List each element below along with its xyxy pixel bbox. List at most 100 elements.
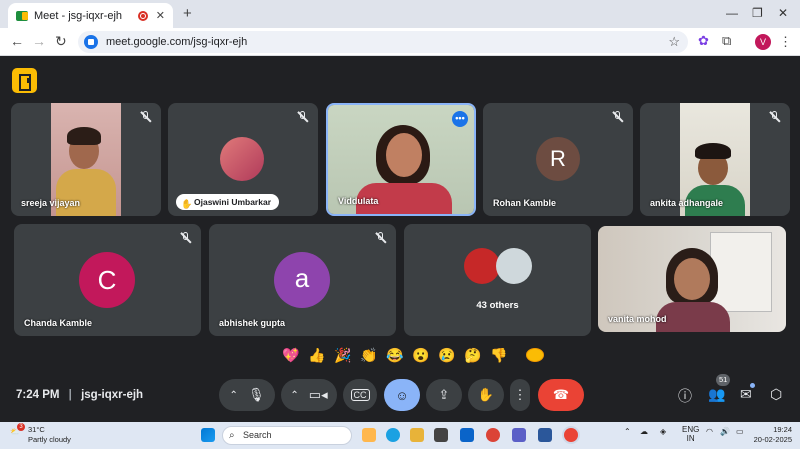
emoji-reactions-button[interactable]: ☺: [384, 379, 420, 411]
new-tab-button[interactable]: +: [183, 5, 192, 22]
activities-icon[interactable]: ⬡: [770, 386, 782, 403]
start-menu-icon[interactable]: [201, 428, 215, 442]
more-options-button[interactable]: ⋮: [510, 379, 530, 411]
chrome-active-app-icon[interactable]: [564, 428, 578, 442]
reaction-party-icon[interactable]: 🎉: [334, 347, 352, 364]
participant-tile-ojaswini[interactable]: ✋ Ojaswini Umbarkar: [168, 103, 318, 216]
volume-icon[interactable]: 🔊: [720, 427, 730, 436]
cloud-icon[interactable]: ☁: [640, 427, 648, 436]
show-hidden-icons-icon[interactable]: ⌃: [624, 427, 631, 436]
raise-hand-icon: ✋: [477, 387, 495, 402]
recording-indicator-icon: [137, 10, 148, 21]
muted-mic-icon: [180, 232, 192, 244]
outlook-app-icon[interactable]: [460, 428, 474, 442]
back-icon[interactable]: ←: [10, 33, 24, 49]
camera-control[interactable]: ⌃ ▭◂: [281, 379, 337, 411]
others-avatar-1: [464, 248, 500, 284]
close-tab-icon[interactable]: ✕: [156, 9, 165, 22]
reaction-thumbs-down-icon[interactable]: 👎: [490, 347, 508, 364]
close-window-icon[interactable]: ✕: [778, 6, 788, 20]
camera-icon[interactable]: ▭◂: [309, 387, 328, 403]
participant-tile-vanita[interactable]: vanita mohod: [598, 226, 786, 332]
captions-button[interactable]: CC: [343, 379, 377, 411]
meeting-info-logo-icon[interactable]: [12, 68, 37, 93]
muted-mic-icon: [140, 111, 152, 123]
participant-tile-chanda[interactable]: C Chanda Kamble: [14, 224, 201, 336]
reaction-clap-icon[interactable]: 👏: [360, 347, 378, 364]
forward-icon[interactable]: →: [32, 33, 46, 49]
reaction-sad-icon[interactable]: 😢: [438, 347, 456, 364]
others-tile[interactable]: 43 others: [404, 224, 591, 336]
participant-tile-rohan[interactable]: R Rohan Kamble: [483, 103, 633, 216]
participant-tile-abhishek[interactable]: a abhishek gupta: [209, 224, 396, 336]
store-app-icon[interactable]: [434, 428, 448, 442]
leave-call-button[interactable]: ☎: [538, 379, 584, 411]
tab-title: Meet - jsg-iqxr-ejh: [34, 9, 123, 22]
wifi-icon[interactable]: ◠: [706, 427, 713, 436]
participant-tile-viddulata[interactable]: ••• Viddulata: [326, 103, 476, 216]
people-icon[interactable]: 👥: [708, 386, 725, 403]
battery-icon[interactable]: ▭: [736, 427, 744, 436]
minimize-icon[interactable]: —: [726, 6, 738, 20]
reactions-bar: 💖 👍 🎉 👏 😂 😮 😢 🤔 👎: [282, 344, 544, 366]
site-info-icon[interactable]: [84, 35, 98, 49]
chat-icon[interactable]: ✉: [740, 386, 752, 403]
browser-tab-bar: Meet - jsg-iqxr-ejh ✕ + — ❐ ✕: [0, 0, 800, 28]
browser-menu-icon[interactable]: ⋮: [779, 34, 792, 50]
people-count-badge: 51: [716, 374, 731, 386]
search-icon: ⌕: [229, 430, 235, 441]
tray-app-icon[interactable]: ◈: [660, 427, 666, 436]
taskbar-clock[interactable]: 19:24 20-02-2025: [750, 425, 792, 445]
reaction-heart-icon[interactable]: 💖: [282, 347, 300, 364]
language-indicator[interactable]: ENG IN: [682, 425, 699, 443]
extensions-puzzle-icon[interactable]: ⧉: [722, 33, 731, 49]
address-bar[interactable]: meet.google.com/jsg-iqxr-ejh ☆: [78, 31, 688, 53]
word-app-icon[interactable]: [538, 428, 552, 442]
microphone-control[interactable]: ⌃ 🎙: [219, 379, 275, 411]
participant-tile-sreeja[interactable]: sreeja vijayan: [11, 103, 161, 216]
file-explorer-icon[interactable]: [410, 428, 424, 442]
participant-photo-avatar: [220, 137, 264, 181]
reaction-laugh-icon[interactable]: 😂: [386, 347, 404, 364]
reaction-thinking-icon[interactable]: 🤔: [464, 347, 482, 364]
participant-name: sreeja vijayan: [21, 198, 81, 208]
participant-tile-ankita[interactable]: ankita adhangale: [640, 103, 790, 216]
browser-tab[interactable]: Meet - jsg-iqxr-ejh ✕: [8, 3, 173, 28]
edge-app-icon[interactable]: [386, 428, 400, 442]
participant-name: Viddulata: [338, 196, 379, 206]
reaction-thumbs-up-icon[interactable]: 👍: [308, 347, 326, 364]
profile-avatar[interactable]: V: [755, 34, 771, 50]
url-text: meet.google.com/jsg-iqxr-ejh: [106, 36, 248, 48]
participant-letter-avatar: C: [79, 252, 135, 308]
more-options-icon[interactable]: •••: [452, 111, 468, 127]
weather-description: Partly cloudy: [28, 435, 71, 444]
present-screen-button[interactable]: ⇪: [426, 379, 462, 411]
teams-app-icon[interactable]: [512, 428, 526, 442]
participant-letter-avatar: a: [274, 252, 330, 308]
others-count-label: 43 others: [476, 300, 519, 311]
audio-options-chevron-icon[interactable]: ⌃: [230, 390, 238, 401]
clock-date: 20-02-2025: [753, 435, 792, 444]
meeting-time-and-code: 7:24 PM | jsg-iqxr-ejh: [16, 389, 143, 401]
participant-name: vanita mohod: [608, 314, 667, 324]
restore-icon[interactable]: ❐: [752, 6, 763, 20]
reload-icon[interactable]: ↻: [55, 33, 67, 50]
skin-tone-icon[interactable]: [526, 348, 544, 362]
extension-icon[interactable]: ✿: [698, 33, 709, 49]
reaction-surprised-icon[interactable]: 😮: [412, 347, 430, 364]
video-options-chevron-icon[interactable]: ⌃: [290, 390, 298, 401]
raise-hand-button[interactable]: ✋: [468, 379, 504, 411]
microphone-icon[interactable]: 🎙: [248, 387, 265, 403]
google-meet-favicon-icon: [16, 10, 28, 21]
end-call-icon: ☎: [552, 387, 570, 402]
emoji-icon: ☺: [395, 387, 409, 403]
meeting-details-icon[interactable]: ⓘ: [678, 386, 692, 406]
more-options-icon: ⋮: [513, 387, 527, 402]
taskbar-search[interactable]: ⌕ Search: [222, 426, 352, 445]
participant-letter-avatar: R: [536, 137, 580, 181]
region-code: IN: [686, 434, 695, 443]
separator: |: [68, 389, 72, 401]
bookmark-star-icon[interactable]: ☆: [668, 34, 680, 50]
copilot-app-icon[interactable]: [362, 428, 376, 442]
chrome-app-icon[interactable]: [486, 428, 500, 442]
